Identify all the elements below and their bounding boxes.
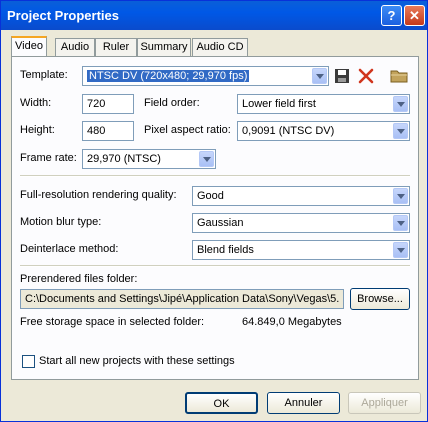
frame-rate-label: Frame rate: (20, 152, 77, 164)
title-bar: Project Properties ? ✕ (1, 1, 427, 30)
width-input[interactable]: 720 (82, 94, 134, 114)
height-label: Height: (20, 124, 55, 136)
delete-icon[interactable] (358, 68, 374, 84)
pixel-aspect-label: Pixel aspect ratio: (144, 124, 231, 136)
project-properties-dialog: Project Properties ? ✕ Video Audio Ruler… (0, 0, 428, 422)
window-title: Project Properties (7, 8, 119, 23)
help-button[interactable]: ? (381, 5, 402, 26)
frame-rate-value: 29,970 (NTSC) (87, 153, 161, 165)
width-label: Width: (20, 97, 52, 109)
save-icon[interactable] (334, 68, 350, 84)
field-order-label: Field order: (144, 97, 200, 109)
chevron-down-icon[interactable] (199, 151, 214, 167)
render-quality-dropdown[interactable]: Good (192, 186, 410, 206)
prerendered-label: Prerendered files folder: (20, 273, 138, 285)
tab-summary[interactable]: Summary (137, 38, 191, 56)
section-divider (20, 265, 410, 267)
field-order-dropdown[interactable]: Lower field first (237, 94, 410, 114)
ok-button[interactable]: OK (185, 392, 258, 414)
deinterlace-label: Deinterlace method: (20, 243, 119, 255)
section-divider (20, 175, 410, 177)
apply-button[interactable]: Appliquer (348, 392, 421, 414)
deinterlace-dropdown[interactable]: Blend fields (192, 240, 410, 260)
chevron-down-icon[interactable] (393, 242, 408, 258)
render-quality-label: Full-resolution rendering quality: (20, 189, 177, 201)
start-all-checkbox[interactable] (22, 355, 35, 368)
cancel-button[interactable]: Annuler (267, 392, 340, 414)
chevron-down-icon[interactable] (393, 215, 408, 231)
chevron-down-icon[interactable] (393, 96, 408, 112)
browse-button[interactable]: Browse... (350, 288, 410, 310)
motion-blur-label: Motion blur type: (20, 216, 102, 228)
deinterlace-value: Blend fields (197, 244, 254, 256)
close-button[interactable]: ✕ (404, 5, 425, 26)
template-value: NTSC DV (720x480; 29,970 fps) (87, 70, 250, 82)
chevron-down-icon[interactable] (312, 68, 327, 84)
tab-video[interactable]: Video (11, 36, 47, 57)
frame-rate-dropdown[interactable]: 29,970 (NTSC) (82, 149, 216, 169)
height-input[interactable]: 480 (82, 121, 134, 141)
render-quality-value: Good (197, 190, 224, 202)
template-dropdown[interactable]: NTSC DV (720x480; 29,970 fps) (82, 66, 329, 86)
free-space-label: Free storage space in selected folder: (20, 316, 205, 328)
chevron-down-icon[interactable] (393, 123, 408, 139)
video-tab-panel: Template: NTSC DV (720x480; 29,970 fps) … (11, 56, 419, 380)
folder-icon[interactable] (390, 68, 408, 84)
field-order-value: Lower field first (242, 98, 316, 110)
tab-audio[interactable]: Audio (55, 38, 95, 56)
pixel-aspect-value: 0,9091 (NTSC DV) (242, 125, 335, 137)
free-space-value: 64.849,0 Megabytes (242, 316, 342, 328)
template-label: Template: (20, 69, 68, 81)
tab-ruler[interactable]: Ruler (95, 38, 137, 56)
pixel-aspect-dropdown[interactable]: 0,9091 (NTSC DV) (237, 121, 410, 141)
chevron-down-icon[interactable] (393, 188, 408, 204)
motion-blur-dropdown[interactable]: Gaussian (192, 213, 410, 233)
start-all-label: Start all new projects with these settin… (39, 355, 235, 367)
prerendered-folder-input[interactable]: C:\Documents and Settings\Jipé\Applicati… (20, 289, 344, 309)
motion-blur-value: Gaussian (197, 217, 244, 229)
tab-audio-cd[interactable]: Audio CD (192, 38, 248, 56)
